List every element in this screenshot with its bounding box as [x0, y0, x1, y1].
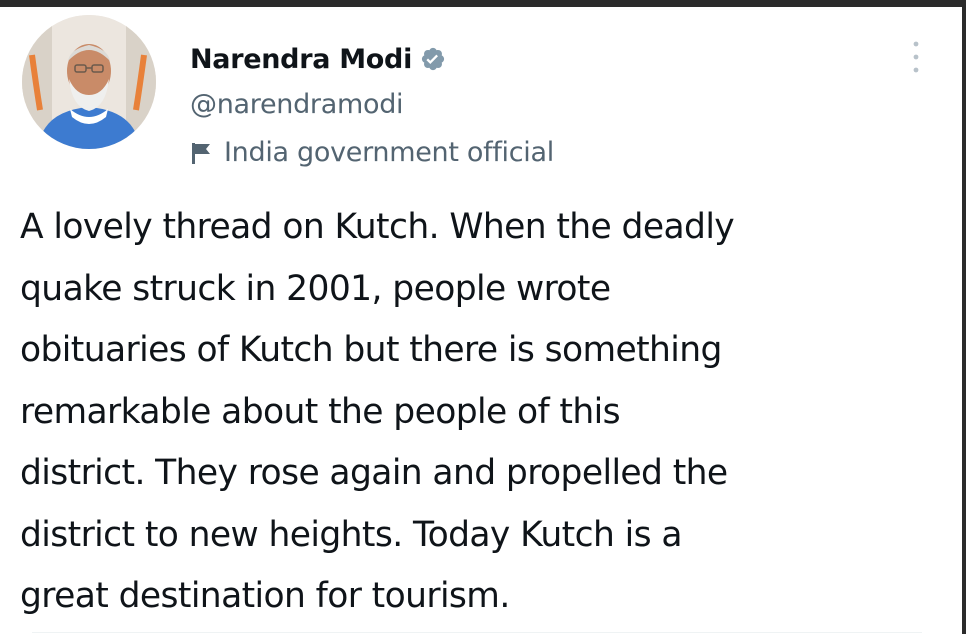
- author-name[interactable]: Narendra Modi: [190, 44, 412, 75]
- author-avatar[interactable]: [22, 15, 156, 149]
- tweet-text-line: obituaries of Kutch but there is somethi…: [20, 330, 722, 370]
- flag-icon: [190, 141, 212, 165]
- tweet-text-line: district. They rose again and propelled …: [20, 453, 728, 493]
- top-border: [0, 0, 966, 7]
- tweet-text-line: remarkable about the people of this: [20, 391, 621, 432]
- tweet-text-line: quake struck in 2001, people wrote: [20, 268, 611, 309]
- tweet-card: Narendra Modi @narendramodi India govern…: [0, 7, 962, 634]
- divider: [32, 632, 922, 633]
- tweet-text-line: district to new heights. Today Kutch is …: [20, 514, 682, 555]
- tweet-text-line: A lovely thread on Kutch. When the deadl…: [20, 207, 735, 247]
- right-border: [962, 0, 966, 634]
- tweet-text-line: great destination for tourism.: [20, 576, 510, 616]
- affiliation-label: India government official: [224, 137, 554, 168]
- more-options-icon[interactable]: [908, 39, 924, 75]
- verified-badge-icon[interactable]: [420, 46, 446, 72]
- author-name-row: Narendra Modi: [190, 39, 446, 79]
- avatar-image: [22, 15, 156, 149]
- author-handle[interactable]: @narendramodi: [190, 89, 404, 120]
- tweet-text: A lovely thread on Kutch. When the deadl…: [20, 197, 940, 628]
- affiliation-row: India government official: [190, 137, 554, 168]
